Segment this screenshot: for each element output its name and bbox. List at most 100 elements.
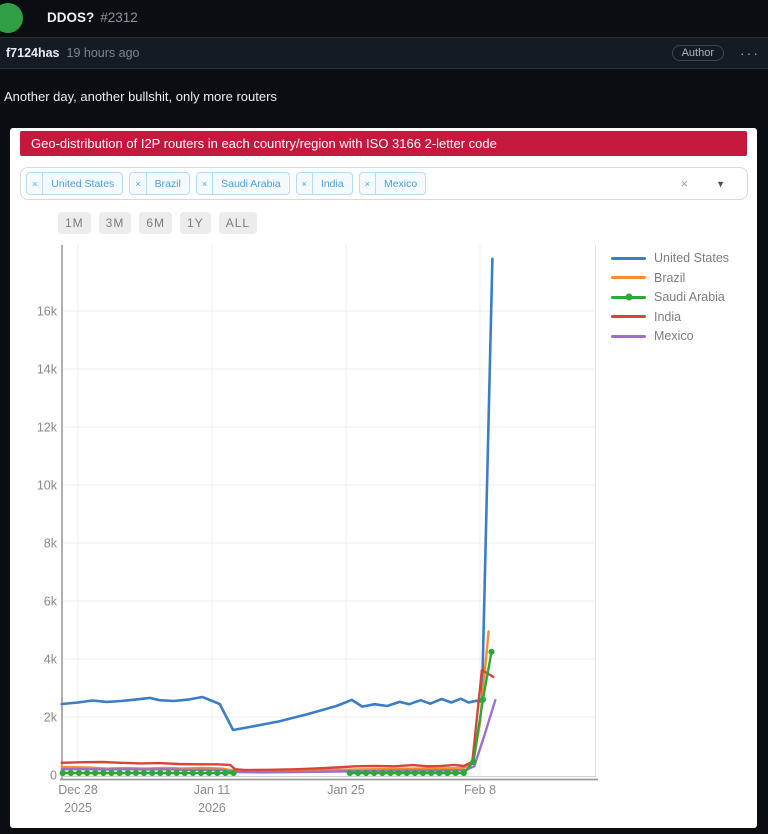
legend-label: United States <box>654 251 729 265</box>
y-tick-label: 16k <box>37 305 58 319</box>
series-marker-saudi-arabia <box>206 770 212 776</box>
chip-label: United States <box>43 178 122 190</box>
series-marker-saudi-arabia <box>404 770 410 776</box>
issue-title-row: DDOS? #2312 <box>0 0 768 37</box>
series-marker-saudi-arabia <box>190 770 196 776</box>
series-marker-saudi-arabia <box>396 770 402 776</box>
filter-chip-saudi-arabia: × Saudi Arabia <box>196 172 290 195</box>
y-tick-label: 6k <box>44 595 58 609</box>
chip-remove-icon[interactable]: × <box>130 173 146 194</box>
range-button-1y[interactable]: 1Y <box>180 212 211 234</box>
series-marker-saudi-arabia <box>470 759 476 765</box>
series-marker-saudi-arabia <box>363 770 369 776</box>
series-marker-saudi-arabia <box>182 770 188 776</box>
legend-label: Brazil <box>654 271 685 285</box>
legend-item-united-states[interactable]: United States <box>611 250 729 266</box>
chart-card-title: Geo-distribution of I2P routers in each … <box>20 131 747 156</box>
series-marker-saudi-arabia <box>174 770 180 776</box>
series-marker-saudi-arabia <box>412 770 418 776</box>
chip-label: India <box>313 178 352 190</box>
legend-swatch <box>611 315 646 318</box>
legend-item-india[interactable]: India <box>611 309 729 325</box>
x-tick-sublabel: 2026 <box>198 801 226 815</box>
select-controls: × ▼ <box>674 168 731 199</box>
x-tick-label: Dec 28 <box>58 783 98 797</box>
author-badge: Author <box>672 45 724 61</box>
series-marker-saudi-arabia <box>198 770 204 776</box>
series-marker-saudi-arabia <box>68 770 74 776</box>
chart-legend: United States Brazil Saudi Arabia India … <box>611 250 729 344</box>
x-tick-label: Feb 8 <box>464 783 496 797</box>
y-tick-label: 12k <box>37 421 58 435</box>
series-marker-saudi-arabia <box>108 770 114 776</box>
series-marker-saudi-arabia <box>100 770 106 776</box>
series-marker-saudi-arabia <box>461 770 467 776</box>
range-button-3m[interactable]: 3M <box>99 212 132 234</box>
issue-number: #2312 <box>100 10 138 25</box>
range-button-6m[interactable]: 6M <box>139 212 172 234</box>
series-marker-saudi-arabia <box>230 770 236 776</box>
kebab-menu-icon[interactable]: ··· <box>734 44 766 62</box>
series-marker-saudi-arabia <box>214 770 220 776</box>
series-marker-saudi-arabia <box>149 770 155 776</box>
chip-label: Saudi Arabia <box>213 178 289 190</box>
legend-marker-dot <box>625 294 632 301</box>
x-tick-sublabel: 2025 <box>64 801 92 815</box>
range-button-all[interactable]: ALL <box>219 212 257 234</box>
series-marker-saudi-arabia <box>444 770 450 776</box>
filter-chip-india: × India <box>296 172 353 195</box>
series-marker-saudi-arabia <box>222 770 228 776</box>
series-line-mexico <box>62 700 496 772</box>
select-clear-icon[interactable]: × <box>674 175 694 192</box>
legend-swatch <box>611 257 646 260</box>
series-marker-saudi-arabia <box>436 770 442 776</box>
series-marker-saudi-arabia <box>84 770 90 776</box>
legend-swatch <box>611 276 646 279</box>
series-line-india <box>62 670 494 770</box>
comment-body: Another day, another bullshit, only more… <box>4 89 277 104</box>
series-marker-saudi-arabia <box>60 770 66 776</box>
chip-remove-icon[interactable]: × <box>360 173 376 194</box>
series-marker-saudi-arabia <box>420 770 426 776</box>
series-marker-saudi-arabia <box>133 770 139 776</box>
avatar <box>0 3 23 33</box>
filter-chip-united-states: × United States <box>26 172 123 195</box>
chip-label: Brazil <box>147 178 189 190</box>
legend-label: India <box>654 310 681 324</box>
filter-chip-mexico: × Mexico <box>359 172 427 195</box>
y-tick-label: 10k <box>37 479 58 493</box>
chip-remove-icon[interactable]: × <box>197 173 213 194</box>
country-multiselect[interactable]: × United States × Brazil × Saudi Arabia … <box>20 167 748 200</box>
y-tick-label: 2k <box>44 711 58 725</box>
comment-header: f7124has 19 hours ago Author ··· <box>0 37 768 69</box>
series-marker-saudi-arabia <box>117 770 123 776</box>
legend-swatch <box>611 296 646 299</box>
issue-title-text: DDOS? <box>47 10 94 25</box>
chip-remove-icon[interactable]: × <box>27 173 43 194</box>
legend-label: Saudi Arabia <box>654 290 725 304</box>
series-marker-saudi-arabia <box>379 770 385 776</box>
chart-card: Geo-distribution of I2P routers in each … <box>10 128 757 828</box>
series-marker-saudi-arabia <box>141 770 147 776</box>
legend-item-saudi-arabia[interactable]: Saudi Arabia <box>611 289 729 305</box>
page-title: DDOS? #2312 <box>47 10 138 25</box>
series-marker-saudi-arabia <box>125 770 131 776</box>
y-tick-label: 14k <box>37 363 58 377</box>
chevron-down-icon[interactable]: ▼ <box>710 178 731 190</box>
series-marker-saudi-arabia <box>428 770 434 776</box>
legend-label: Mexico <box>654 329 694 343</box>
series-marker-saudi-arabia <box>453 770 459 776</box>
series-marker-saudi-arabia <box>387 770 393 776</box>
range-button-1m[interactable]: 1M <box>58 212 91 234</box>
comment-timestamp: 19 hours ago <box>67 46 140 60</box>
x-tick-label: Jan 11 <box>194 783 231 797</box>
time-range-buttons: 1M 3M 6M 1Y ALL <box>58 212 257 234</box>
legend-item-brazil[interactable]: Brazil <box>611 270 729 286</box>
comment-author[interactable]: f7124has <box>6 46 60 60</box>
series-marker-saudi-arabia <box>488 649 494 655</box>
series-line-saudi-arabia <box>350 652 492 773</box>
series-marker-saudi-arabia <box>347 770 353 776</box>
legend-item-mexico[interactable]: Mexico <box>611 328 729 344</box>
chip-remove-icon[interactable]: × <box>297 173 313 194</box>
series-marker-saudi-arabia <box>355 770 361 776</box>
